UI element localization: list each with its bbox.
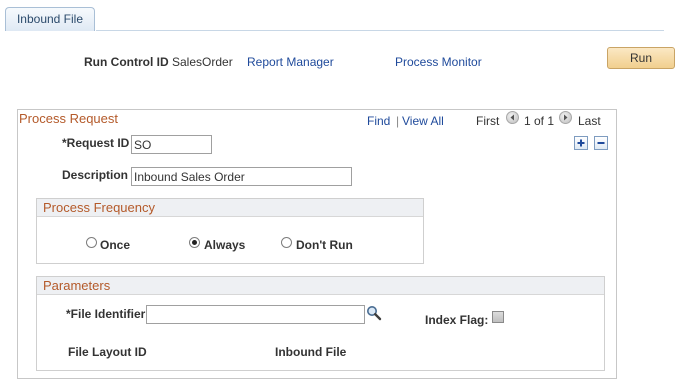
process-request-title: Process Request	[19, 111, 118, 126]
run-control-id-label: Run Control ID	[84, 55, 169, 69]
previous-arrow-icon[interactable]	[506, 111, 519, 124]
process-frequency-title: Process Frequency	[37, 199, 423, 217]
once-radio[interactable]	[86, 237, 97, 248]
run-button[interactable]: Run	[607, 47, 675, 69]
once-label: Once	[100, 238, 131, 252]
always-radio[interactable]	[189, 237, 200, 248]
dont-run-label: Don't Run	[296, 238, 353, 252]
report-manager-link[interactable]: Report Manager	[247, 55, 334, 69]
parameters-title: Parameters	[37, 277, 604, 295]
inbound-file-label: Inbound File	[275, 345, 347, 359]
file-identifier-input[interactable]	[146, 305, 365, 324]
last-label: Last	[578, 114, 601, 128]
always-label: Always	[204, 238, 246, 252]
nav-separator: |	[396, 114, 400, 128]
next-arrow-icon[interactable]	[559, 111, 572, 124]
description-input[interactable]	[131, 167, 352, 186]
row-count: 1 of 1	[524, 114, 555, 128]
search-icon[interactable]	[366, 305, 382, 321]
index-flag-checkbox[interactable]	[492, 311, 504, 323]
file-layout-id-label: File Layout ID	[68, 345, 147, 359]
request-id-input[interactable]	[131, 135, 212, 154]
tab-inbound-file[interactable]: Inbound File	[5, 7, 95, 31]
request-id-label: *Request ID	[62, 136, 130, 150]
delete-row-icon[interactable]	[594, 136, 608, 150]
index-flag-label: Index Flag:	[425, 313, 489, 327]
file-identifier-label: *File Identifier	[66, 307, 146, 321]
find-link[interactable]: Find	[367, 114, 390, 128]
process-monitor-link[interactable]: Process Monitor	[395, 55, 482, 69]
first-label: First	[476, 114, 500, 128]
tab-divider	[96, 30, 664, 31]
add-row-icon[interactable]	[574, 136, 588, 150]
description-label: Description	[62, 168, 129, 182]
dont-run-radio[interactable]	[281, 237, 292, 248]
process-frequency-group: Process Frequency	[36, 198, 424, 264]
run-control-id-value: SalesOrder	[172, 55, 233, 69]
view-all-link[interactable]: View All	[402, 114, 444, 128]
